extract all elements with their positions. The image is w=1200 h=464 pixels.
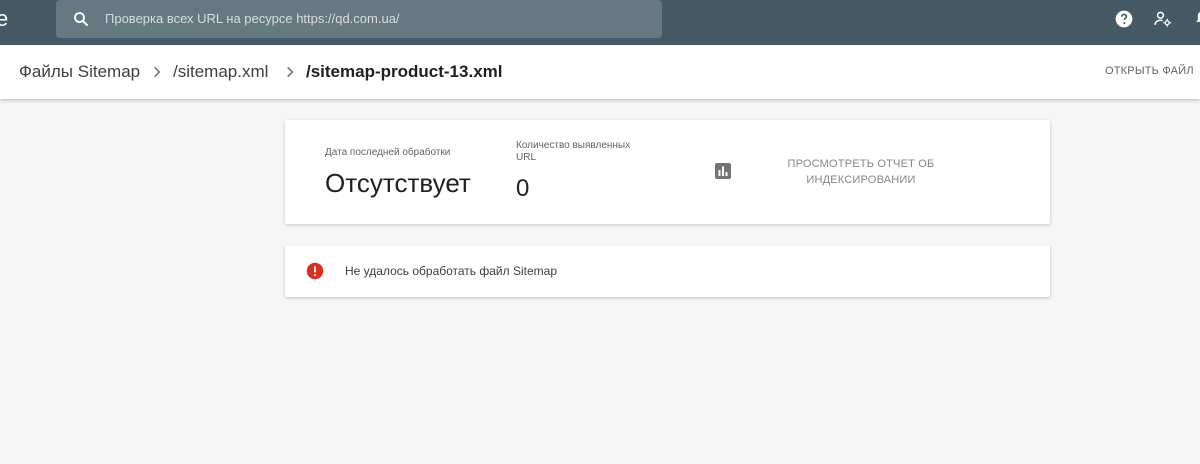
error-message: Не удалось обработать файл Sitemap [345, 264, 557, 278]
search-input[interactable]: Проверка всех URL на ресурсе https://qd.… [105, 11, 400, 26]
urls-found-label-line1: Количество выявленных [516, 140, 631, 151]
admin-settings-icon[interactable] [1153, 9, 1173, 29]
help-icon[interactable] [1114, 9, 1134, 29]
url-inspection-search[interactable]: Проверка всех URL на ресурсе https://qd.… [56, 0, 662, 38]
bar-chart-icon [715, 163, 731, 179]
view-indexing-report-link[interactable]: ПРОСМОТРЕТЬ ОТЧЕТ ОБ ИНДЕКСИРОВАНИИ [778, 156, 944, 188]
breadcrumb-current-sitemap: /sitemap-product-13.xml [306, 62, 503, 81]
error-icon [306, 262, 324, 280]
last-processed-value: Отсутствует [325, 168, 471, 198]
chevron-right-icon [154, 66, 161, 78]
notifications-icon[interactable] [1192, 9, 1200, 29]
breadcrumb-sitemaps[interactable]: Файлы Sitemap [19, 62, 140, 82]
search-icon [74, 12, 88, 26]
report-link-line2: ИНДЕКСИРОВАНИИ [806, 174, 916, 186]
open-file-button[interactable]: ОТКРЫТЬ ФАЙЛ [1105, 65, 1194, 77]
urls-found-label: Количество выявленных URL [516, 140, 630, 164]
breadcrumb: Файлы Sitemap /sitemap.xml /sitemap-prod… [0, 45, 1200, 99]
product-logo-fragment: e [0, 6, 9, 31]
urls-found-label-line2: URL [516, 152, 537, 163]
sitemap-summary-card: Дата последней обработки Отсутствует Кол… [285, 120, 1050, 224]
sitemap-error-card: Не удалось обработать файл Sitemap [285, 245, 1050, 297]
urls-found-value: 0 [516, 175, 530, 202]
chevron-right-icon [287, 66, 294, 78]
report-link-line1: ПРОСМОТРЕТЬ ОТЧЕТ ОБ [787, 158, 935, 170]
top-app-bar: e Проверка всех URL на ресурсе https://q… [0, 0, 1200, 45]
breadcrumb-sitemap-xml[interactable]: /sitemap.xml [173, 62, 268, 82]
last-processed-label: Дата последней обработки [325, 147, 451, 158]
